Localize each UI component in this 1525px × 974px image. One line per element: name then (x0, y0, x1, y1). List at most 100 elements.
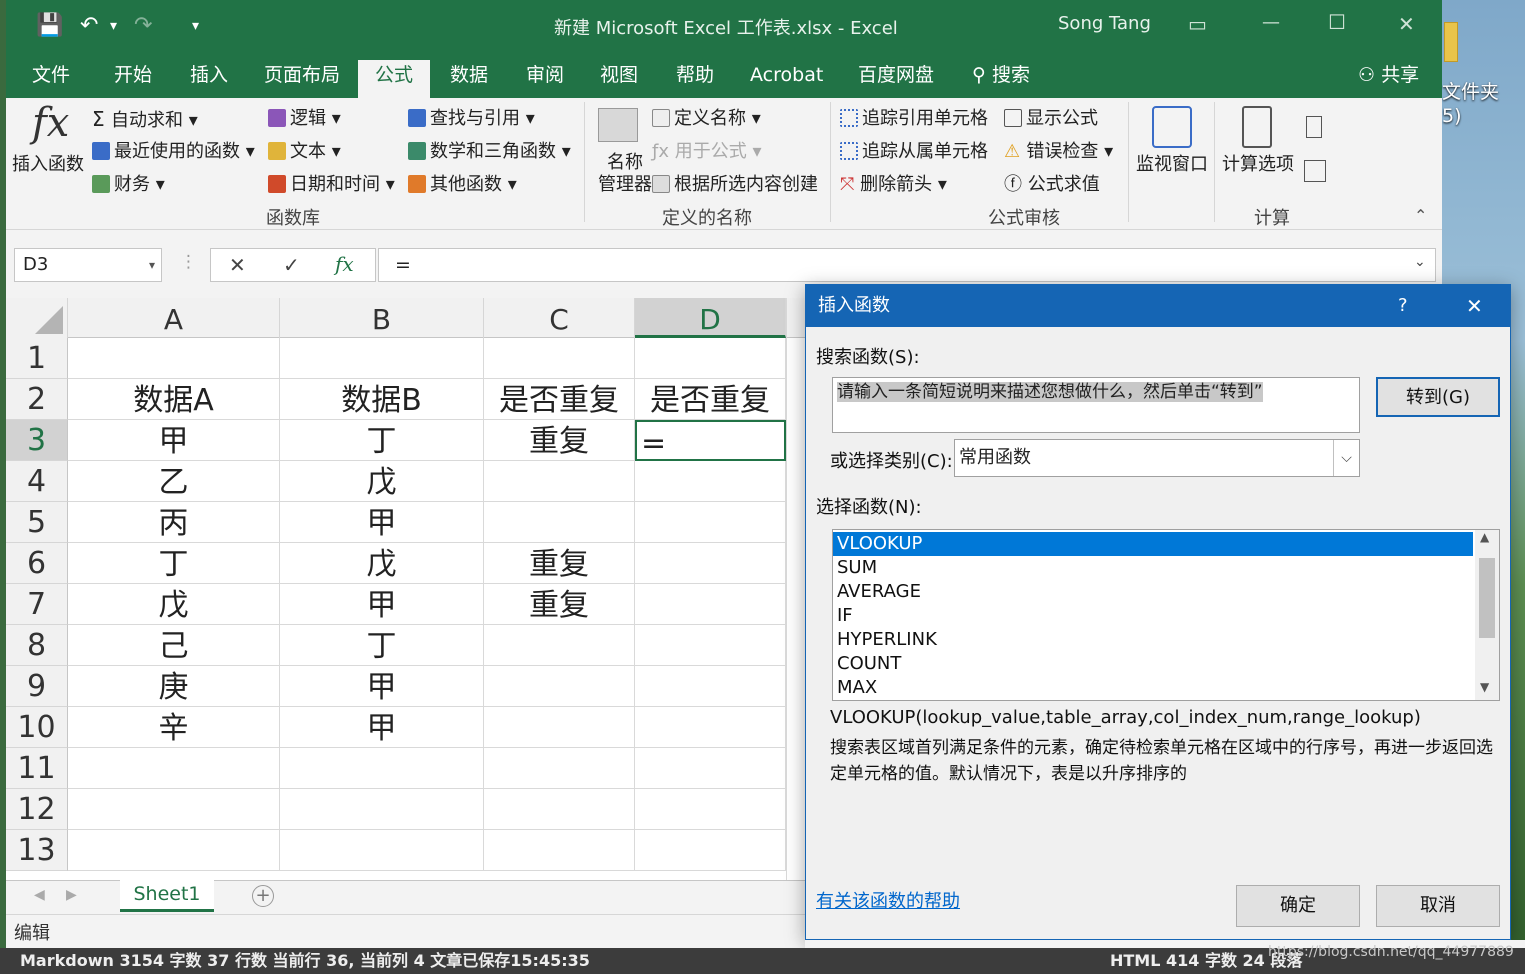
tab-page-layout[interactable]: 页面布局 (252, 60, 352, 98)
cell-b11[interactable] (280, 748, 484, 789)
undo-icon[interactable]: ↶ (80, 12, 98, 40)
cancel-button[interactable]: 取消 (1376, 885, 1500, 927)
go-button[interactable]: 转到(G) (1376, 377, 1500, 417)
cell-a13[interactable] (68, 830, 280, 871)
cell-d12[interactable] (635, 789, 786, 830)
other-functions-button[interactable]: 其他函数 ▾ (408, 172, 517, 198)
error-checking-button[interactable]: ⚠ 错误检查 ▾ (1004, 139, 1113, 165)
list-item[interactable]: IF (833, 604, 1473, 628)
row-header[interactable]: 2 (6, 379, 68, 420)
cell-d13[interactable] (635, 830, 786, 871)
datetime-button[interactable]: 日期和时间 ▾ (268, 172, 395, 198)
column-header-a[interactable]: A (68, 298, 280, 338)
tab-file[interactable]: 文件 (20, 60, 82, 98)
cell-c3[interactable]: 重复 (484, 420, 635, 461)
trace-dependents-button[interactable]: 追踪从属单元格 (840, 139, 988, 165)
tab-baidu[interactable]: 百度网盘 (846, 60, 946, 98)
row-header[interactable]: 11 (6, 748, 68, 789)
column-header-d[interactable]: D (635, 298, 786, 338)
list-item[interactable]: COUNT (833, 652, 1473, 676)
name-manager-button[interactable]: 名称 管理器 (598, 152, 652, 196)
cell-c11[interactable] (484, 748, 635, 789)
category-select[interactable]: 常用函数 ⌵ (954, 439, 1360, 477)
cell-d7[interactable] (635, 584, 786, 625)
maximize-icon[interactable]: ☐ (1328, 10, 1346, 34)
cell-d1[interactable] (635, 338, 786, 379)
cell-c12[interactable] (484, 789, 635, 830)
row-header[interactable]: 1 (6, 338, 68, 379)
cell-d10[interactable] (635, 707, 786, 748)
cell-d4[interactable] (635, 461, 786, 502)
calc-sheet-icon[interactable] (1304, 160, 1326, 182)
cell-b10[interactable]: 甲 (280, 707, 484, 748)
row-header[interactable]: 10 (6, 707, 68, 748)
tab-data[interactable]: 数据 (438, 60, 500, 98)
cell-c5[interactable] (484, 502, 635, 543)
cell-b5[interactable]: 甲 (280, 502, 484, 543)
share-button[interactable]: ⚇ 共享 (1346, 60, 1431, 98)
insert-function-icon[interactable]: fx (32, 100, 69, 146)
list-item[interactable]: HYPERLINK (833, 628, 1473, 652)
cell-c7[interactable]: 重复 (484, 584, 635, 625)
cell-d3[interactable]: = (635, 420, 786, 461)
scroll-down-icon[interactable]: ▼ (1480, 680, 1489, 694)
cell-b8[interactable]: 丁 (280, 625, 484, 666)
row-header[interactable]: 7 (6, 584, 68, 625)
list-item[interactable]: VLOOKUP (833, 532, 1473, 556)
tab-insert[interactable]: 插入 (178, 60, 240, 98)
cell-a1[interactable] (68, 338, 280, 379)
cell-d8[interactable] (635, 625, 786, 666)
search-function-input[interactable]: 请输入一条简短说明来描述您想做什么，然后单击“转到” (832, 377, 1360, 433)
cell-a2[interactable]: 数据A (68, 379, 280, 420)
text-button[interactable]: 文本 ▾ (268, 139, 341, 165)
cell-c6[interactable]: 重复 (484, 543, 635, 584)
list-item[interactable]: MAX (833, 676, 1473, 700)
cell-d9[interactable] (635, 666, 786, 707)
cell-c1[interactable] (484, 338, 635, 379)
cell-a11[interactable] (68, 748, 280, 789)
undo-dropdown-icon[interactable]: ▾ (110, 12, 117, 40)
save-icon[interactable]: 💾 (36, 12, 63, 40)
row-header[interactable]: 3 (6, 420, 68, 461)
cell-d2[interactable]: 是否重复 (635, 379, 786, 420)
cell-b3[interactable]: 丁 (280, 420, 484, 461)
tab-view[interactable]: 视图 (588, 60, 650, 98)
ribbon-display-icon[interactable]: ▭ (1188, 12, 1207, 36)
list-item[interactable]: AVERAGE (833, 580, 1473, 604)
cell-c10[interactable] (484, 707, 635, 748)
customize-qat-icon[interactable]: ▾ (192, 12, 199, 40)
cell-a4[interactable]: 乙 (68, 461, 280, 502)
enter-entry-icon[interactable]: ✓ (283, 253, 300, 277)
cell-d5[interactable] (635, 502, 786, 543)
logical-button[interactable]: 逻辑 ▾ (268, 106, 341, 132)
scrollbar-thumb[interactable] (1479, 558, 1495, 638)
lookup-button[interactable]: 查找与引用 ▾ (408, 106, 535, 132)
function-list[interactable]: VLOOKUP SUM AVERAGE IF HYPERLINK COUNT M… (832, 529, 1500, 701)
insert-function-button[interactable]: 插入函数 (12, 152, 84, 178)
scroll-left-icon[interactable]: ◀ (34, 887, 45, 903)
row-header[interactable]: 5 (6, 502, 68, 543)
select-all-corner[interactable] (6, 298, 68, 338)
close-icon[interactable]: ✕ (1398, 12, 1415, 36)
chevron-down-icon[interactable]: ▾ (149, 249, 155, 281)
math-button[interactable]: 数学和三角函数 ▾ (408, 139, 571, 165)
add-sheet-icon[interactable]: + (252, 885, 274, 907)
tab-home[interactable]: 开始 (102, 60, 164, 98)
tab-formulas[interactable]: 公式 (358, 60, 430, 98)
column-header-b[interactable]: B (280, 298, 484, 338)
cancel-entry-icon[interactable]: ✕ (229, 253, 246, 277)
spreadsheet-grid[interactable]: A B C D 1 2 数据A 数据B 是否重复 是否重复 3 甲丁重复 = 4 乙戊 5 丙甲 6 丁戊重… (6, 298, 806, 880)
cell-d11[interactable] (635, 748, 786, 789)
autosum-button[interactable]: Σ 自动求和 ▾ (92, 106, 198, 134)
cell-a5[interactable]: 丙 (68, 502, 280, 543)
calc-options-button[interactable]: 计算选项 (1222, 152, 1294, 178)
dialog-close-icon[interactable]: ✕ (1466, 285, 1483, 327)
name-manager-icon[interactable] (598, 108, 638, 142)
function-help-link[interactable]: 有关该函数的帮助 (816, 887, 960, 913)
recent-functions-button[interactable]: 最近使用的函数 ▾ (92, 139, 255, 165)
cell-b1[interactable] (280, 338, 484, 379)
tab-search[interactable]: ⚲ 搜索 (960, 60, 1042, 98)
cell-a6[interactable]: 丁 (68, 543, 280, 584)
cell-c4[interactable] (484, 461, 635, 502)
chevron-down-icon[interactable]: ⌵ (1333, 440, 1359, 476)
